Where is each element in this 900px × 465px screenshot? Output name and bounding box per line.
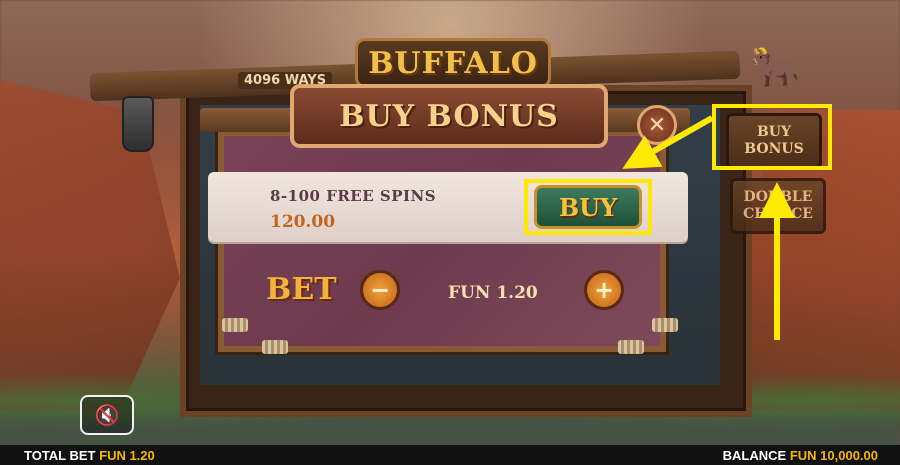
total-bet-value: FUN 1.20	[99, 448, 155, 463]
total-bet: TOTAL BET FUN 1.20	[24, 448, 155, 463]
balance-label: BALANCE	[722, 448, 787, 463]
balance: BALANCE FUN 10,000.00	[723, 448, 878, 463]
arrow-to-buy	[622, 115, 714, 169]
mute-button[interactable]: 🔇	[80, 395, 134, 435]
total-bet-label: TOTAL BET	[24, 448, 96, 463]
speaker-muted-icon: 🔇	[94, 403, 120, 427]
balance-value: FUN 10,000.00	[789, 448, 878, 463]
guide-arrows	[622, 115, 795, 340]
status-bar: TOTAL BET FUN 1.20 BALANCE FUN 10,000.00	[0, 445, 900, 465]
